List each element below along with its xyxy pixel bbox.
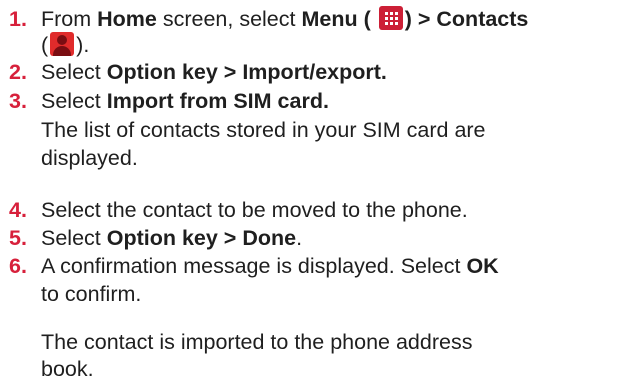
step-3: 3. Select Import from SIM card. — [9, 88, 633, 114]
step-number: 4. — [9, 198, 27, 222]
menu-label: Menu ( — [301, 7, 371, 31]
step-1-line-2: (). — [41, 32, 633, 58]
result-note-line-2: book. — [41, 357, 94, 381]
contacts-person-icon — [50, 32, 75, 56]
step-3-desc-line-2: displayed. — [41, 146, 138, 170]
home-label: Home — [97, 7, 157, 31]
step-number: 2. — [9, 60, 27, 84]
step-text: Select — [41, 226, 107, 250]
step-4: 4. Select the contact to be moved to the … — [9, 197, 633, 223]
done-path-label: Option key > Done — [106, 226, 297, 250]
step-text: A confirmation message is displayed. Sel… — [41, 254, 467, 278]
instruction-page: 1. From Home screen, select Menu ( ) > Co… — [0, 0, 639, 383]
step-5: 5. Select Option key > Done. — [9, 225, 633, 251]
step-1: 1. From Home screen, select Menu ( ) > Co… — [9, 6, 633, 32]
step-text: screen, select — [156, 7, 302, 31]
result-note-line-1: The contact is imported to the phone add… — [41, 330, 473, 354]
step-6: 6. A confirmation message is displayed. S… — [9, 253, 633, 279]
step-6-line-2: to confirm. — [41, 282, 142, 306]
option-path-label: Option key > Import/export. — [106, 60, 387, 84]
step-text: . — [296, 226, 303, 250]
step-number: 3. — [9, 89, 27, 113]
step-text: Select the contact to be moved to the ph… — [41, 198, 468, 222]
step-text: ( — [41, 33, 49, 57]
step-text: ). — [76, 33, 90, 57]
import-label: Import from SIM card. — [106, 89, 329, 113]
step-number: 6. — [9, 254, 27, 278]
step-2: 2. Select Option key > Import/export. — [9, 59, 633, 85]
menu-grid-icon — [378, 6, 403, 30]
step-text: Select — [41, 89, 107, 113]
step-text: Select — [41, 60, 107, 84]
step-3-desc-line-1: The list of contacts stored in your SIM … — [41, 118, 486, 142]
ok-label: OK — [466, 254, 499, 278]
contacts-label: ) > Contacts — [404, 7, 529, 31]
step-number: 5. — [9, 226, 27, 250]
step-number: 1. — [9, 7, 27, 31]
step-text: From — [41, 7, 98, 31]
